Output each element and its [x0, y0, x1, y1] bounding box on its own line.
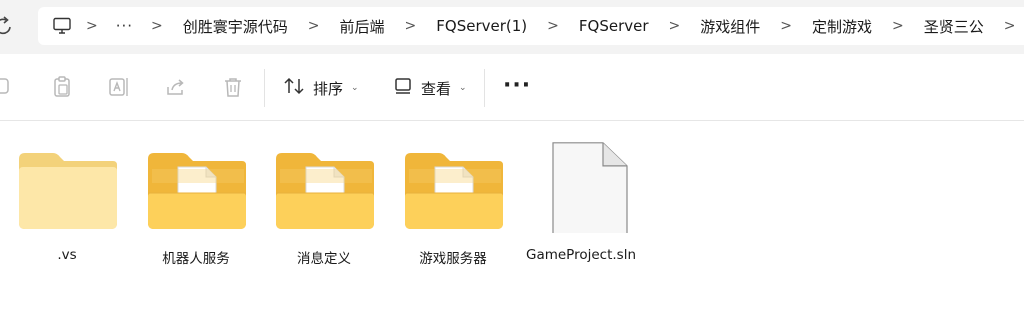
sort-label: 排序 — [313, 79, 344, 98]
view-button[interactable]: 查看 ⌄ — [393, 74, 467, 102]
chevron-right-icon[interactable]: > — [780, 18, 792, 34]
breadcrumb-item[interactable]: FQServer(1) — [436, 17, 527, 35]
chevron-right-icon[interactable]: > — [308, 18, 320, 34]
breadcrumb-item[interactable]: 游戏组件 — [700, 16, 760, 37]
chevron-right-icon[interactable]: > — [892, 18, 904, 34]
sort-button[interactable]: 排序 ⌄ — [283, 74, 359, 102]
cut-icon[interactable] — [0, 75, 14, 99]
refresh-icon[interactable] — [0, 14, 14, 38]
chevron-down-icon: ⌄ — [459, 83, 467, 93]
file-icon — [531, 139, 633, 240]
this-pc-icon[interactable] — [52, 15, 72, 37]
toolbar-divider — [264, 69, 265, 107]
command-bar: 排序 ⌄ 查看 ⌄ ··· — [0, 55, 1024, 121]
view-icon — [393, 76, 413, 100]
file-name: 消息定义 — [297, 251, 351, 267]
address-bar: > ··· > 创胜寰宇源代码 > 前后端 > FQServer(1) > FQ… — [0, 0, 1024, 54]
file-name: .vs — [57, 247, 77, 263]
share-icon[interactable] — [164, 75, 188, 99]
breadcrumb-item[interactable]: FQServer — [579, 17, 649, 35]
toolbar-divider — [484, 69, 485, 107]
breadcrumb-more[interactable]: ··· — [116, 17, 133, 35]
paste-icon[interactable] — [50, 75, 74, 99]
chevron-right-icon[interactable]: > — [669, 18, 681, 34]
breadcrumb[interactable]: > ··· > 创胜寰宇源代码 > 前后端 > FQServer(1) > FQ… — [38, 7, 1024, 45]
breadcrumb-item[interactable]: 前后端 — [340, 16, 385, 37]
file-name: GameProject.sln — [525, 247, 636, 263]
chevron-right-icon[interactable]: > — [405, 18, 417, 34]
folder-icon — [274, 139, 376, 233]
view-label: 查看 — [421, 79, 452, 98]
breadcrumb-item[interactable]: 圣贤三公 — [924, 16, 984, 37]
folder-icon — [403, 139, 505, 233]
folder-icon — [146, 139, 248, 233]
rename-icon[interactable] — [107, 75, 131, 99]
file-name: 机器人服务 — [162, 251, 230, 267]
chevron-right-icon[interactable]: > — [547, 18, 559, 34]
sort-icon — [283, 76, 305, 100]
more-options-button[interactable]: ··· — [503, 74, 531, 98]
chevron-right-icon[interactable]: > — [86, 18, 98, 34]
chevron-down-icon: ⌄ — [351, 83, 359, 93]
breadcrumb-item[interactable]: 定制游戏 — [812, 16, 872, 37]
delete-icon[interactable] — [221, 75, 245, 99]
folder-icon — [17, 139, 119, 233]
breadcrumb-item[interactable]: 创胜寰宇源代码 — [183, 16, 288, 37]
file-name: 游戏服务器 — [419, 251, 487, 267]
chevron-right-icon[interactable]: > — [151, 18, 163, 34]
chevron-right-icon[interactable]: > — [1004, 18, 1016, 34]
